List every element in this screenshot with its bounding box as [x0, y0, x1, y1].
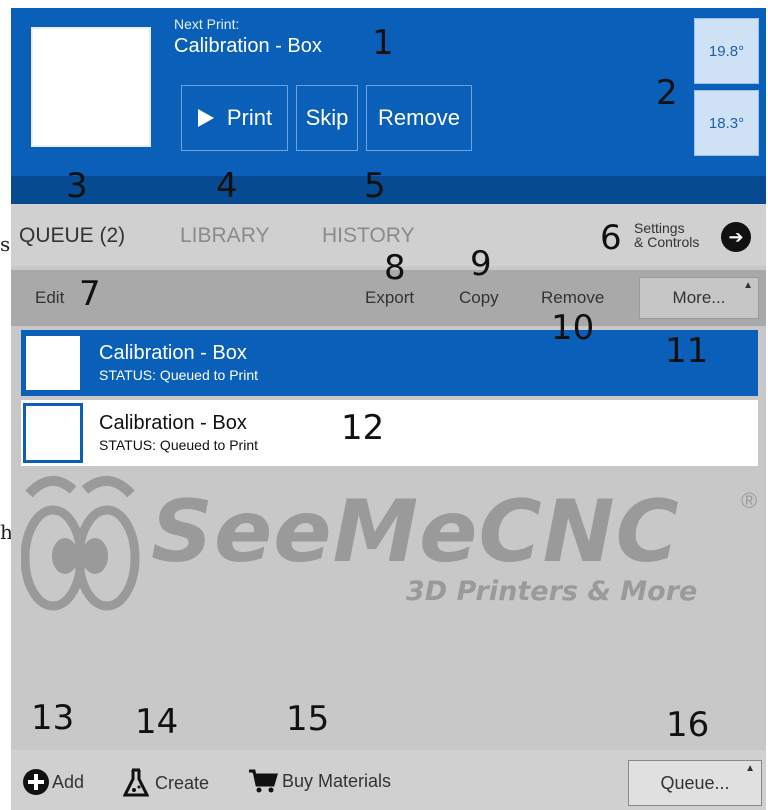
settings-label-line1: Settings [634, 220, 685, 236]
item-status: STATUS: Queued to Print [99, 437, 258, 453]
next-print-title: Calibration - Box [174, 35, 322, 57]
arrow-right-icon[interactable]: ➔ [721, 222, 751, 252]
copy-button[interactable]: Copy [459, 288, 499, 308]
printer-panel: Next Print: Calibration - Box Print Skip… [11, 8, 766, 810]
settings-controls-link[interactable]: Settings & Controls [634, 221, 699, 249]
caret-up-icon: ▲ [743, 280, 753, 291]
queue-list-item[interactable]: Calibration - Box STATUS: Queued to Prin… [21, 330, 758, 396]
next-print-thumbnail[interactable] [31, 27, 151, 147]
more-dropdown-label: More... [672, 288, 726, 307]
tab-history[interactable]: HISTORY [322, 224, 415, 248]
seemecnc-logo: SeeMeCNC ® 3D Printers & More [21, 468, 761, 618]
callout-number: 3 [66, 166, 88, 206]
plus-circle-icon [23, 769, 49, 795]
skip-button-label: Skip [305, 105, 349, 130]
export-button[interactable]: Export [365, 288, 414, 308]
callout-number: 5 [364, 166, 386, 206]
edit-button[interactable]: Edit [35, 288, 64, 308]
add-button-label: Add [52, 771, 85, 792]
callout-number: 14 [135, 702, 179, 742]
registered-mark: ® [741, 488, 758, 513]
stray-glyph: s [0, 232, 11, 256]
item-title: Calibration - Box [99, 412, 247, 434]
item-thumbnail [23, 403, 83, 463]
bottom-bar: Add Create Buy Materials Queue... ▲ [11, 750, 766, 810]
skip-button[interactable]: Skip [296, 85, 358, 151]
callout-number: 12 [341, 408, 385, 448]
add-button[interactable]: Add [22, 768, 84, 796]
remove-button[interactable]: Remove [541, 288, 604, 308]
callout-number: 13 [31, 698, 75, 738]
tab-queue[interactable]: QUEUE (2) [19, 224, 125, 248]
caret-up-icon: ▲ [745, 763, 755, 774]
tab-library[interactable]: LIBRARY [180, 224, 270, 248]
create-button[interactable]: Create [123, 768, 209, 798]
callout-number: 10 [551, 308, 595, 348]
next-print-label: Next Print: [174, 16, 240, 32]
buy-materials-button[interactable]: Buy Materials [248, 768, 391, 794]
callout-number: 16 [666, 705, 710, 745]
item-thumbnail [23, 333, 83, 393]
more-dropdown[interactable]: More... ▲ [639, 277, 759, 319]
callout-number: 2 [656, 73, 678, 113]
app-window: s h Next Print: Calibration - Box Print … [0, 0, 768, 810]
item-status: STATUS: Queued to Print [99, 367, 258, 383]
play-icon [197, 109, 214, 127]
flask-icon [123, 768, 149, 797]
callout-number: 8 [384, 248, 406, 288]
remove-next-button-label: Remove [378, 105, 460, 130]
remove-next-button[interactable]: Remove [366, 85, 472, 151]
item-title: Calibration - Box [99, 342, 247, 364]
logo-wordmark: SeeMeCNC [151, 482, 680, 582]
callout-number: 9 [470, 244, 492, 284]
callout-number: 4 [216, 166, 238, 206]
callout-number: 7 [79, 274, 101, 314]
queue-list-item[interactable]: Calibration - Box STATUS: Queued to Prin… [21, 400, 758, 466]
temperature-readout-2[interactable]: 18.3° [694, 90, 759, 156]
settings-label-line2: & Controls [634, 234, 700, 250]
buy-materials-label: Buy Materials [282, 770, 392, 791]
create-button-label: Create [155, 772, 210, 793]
logo-tagline: 3D Printers & More [406, 576, 698, 607]
eyes-icon [21, 476, 140, 611]
callout-number: 6 [600, 218, 622, 258]
cart-icon [249, 769, 278, 793]
header-divider [11, 176, 766, 204]
queue-dropdown[interactable]: Queue... ▲ [628, 760, 762, 806]
callout-number: 15 [286, 699, 330, 739]
callout-number: 11 [665, 331, 709, 371]
print-button[interactable]: Print [181, 85, 288, 151]
temperature-readout-1[interactable]: 19.8° [694, 18, 759, 84]
callout-number: 1 [372, 23, 394, 63]
queue-dropdown-label: Queue... [660, 772, 730, 793]
print-button-label: Print [226, 105, 273, 130]
